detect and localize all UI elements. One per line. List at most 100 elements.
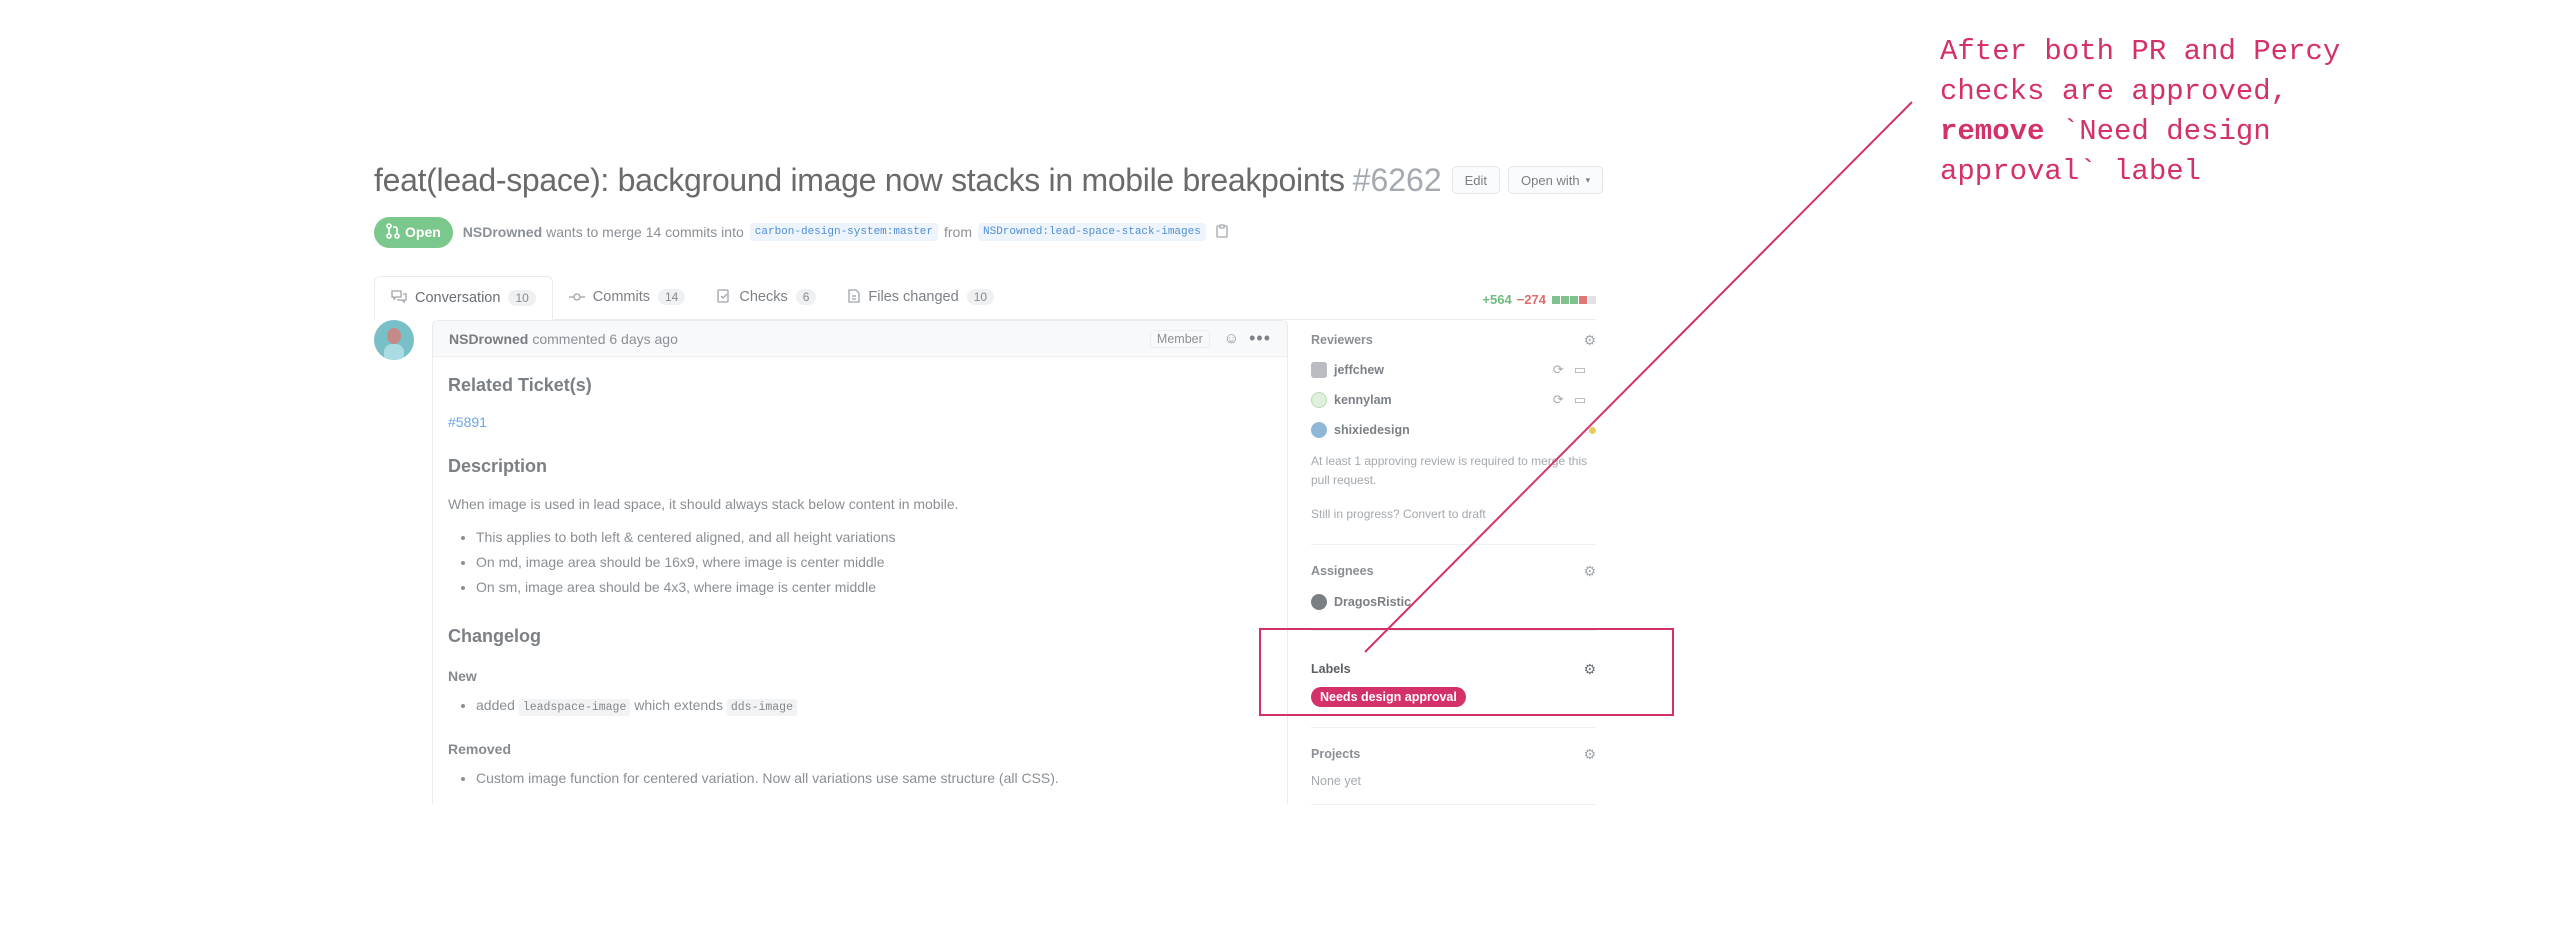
edit-button-label: Edit — [1464, 172, 1488, 188]
tab-conversation[interactable]: Conversation 10 — [374, 276, 553, 320]
removed-list: Custom image function for centered varia… — [448, 766, 1272, 791]
projects-title: Projects — [1311, 747, 1361, 761]
avatar — [1311, 594, 1327, 610]
annotation-highlight-box — [1259, 628, 1674, 716]
annotation-line4: approval` label — [1940, 155, 2202, 188]
tab-label: Files changed — [868, 289, 959, 305]
annotation-line2: checks are approved, — [1940, 75, 2289, 108]
new-prefix: added — [476, 697, 515, 713]
ticket-link[interactable]: #5891 — [448, 414, 1272, 430]
pr-title-row: feat(lead-space): background image now s… — [374, 152, 1604, 208]
pending-review-dot — [1589, 426, 1596, 434]
diff-deletions: −274 — [1516, 292, 1546, 307]
description-list: This applies to both left & centered ali… — [448, 525, 1272, 600]
reviewer-row: kennylam ⟳▭ — [1311, 392, 1596, 408]
pr-number: #6262 — [1352, 161, 1442, 198]
comment-box: NSDrowned commented 6 days ago Member ☺ … — [432, 320, 1288, 804]
smiley-icon[interactable]: ☺ — [1224, 330, 1239, 347]
code-dds-image: dds-image — [726, 699, 797, 716]
comment-body: Related Ticket(s) #5891 Description When… — [433, 357, 1287, 804]
sidebar: Reviewers ⚙ jeffchew ⟳▭ kennylam ⟳▭ shix… — [1311, 320, 1596, 823]
tab-label: Conversation — [415, 290, 501, 306]
heading-description: Description — [448, 456, 548, 476]
reviewer-row: shixiedesign — [1311, 422, 1596, 438]
from-text: from — [944, 224, 972, 240]
reviewer-name[interactable]: shixiedesign — [1334, 423, 1589, 437]
approval-note: At least 1 approving review is required … — [1311, 454, 1588, 487]
assignees-header: Assignees ⚙ — [1311, 563, 1596, 579]
heading-related-ticket: Related Ticket(s) — [448, 375, 592, 395]
avatar — [1311, 392, 1327, 408]
projects-header: Projects ⚙ — [1311, 746, 1596, 762]
comment-meta: commented 6 days ago — [532, 330, 678, 347]
gear-icon[interactable]: ⚙ — [1583, 563, 1596, 580]
avatar — [1311, 422, 1327, 438]
assignees-title: Assignees — [1311, 564, 1374, 578]
assignee-name[interactable]: DragosRistic — [1334, 595, 1596, 609]
divider — [1311, 804, 1596, 805]
pr-title: feat(lead-space): background image now s… — [374, 161, 1345, 198]
tab-label: Checks — [739, 289, 788, 305]
tab-label: Commits — [592, 289, 650, 305]
chevron-down-icon: ▾ — [1585, 174, 1591, 185]
code-leadspace-image: leadspace-image — [518, 699, 631, 716]
file-diff-icon — [848, 288, 861, 306]
tab-checks[interactable]: Checks 6 — [701, 275, 832, 319]
git-pull-request-icon — [386, 222, 400, 242]
reviewer-name[interactable]: jeffchew — [1334, 363, 1553, 377]
assignee-row: DragosRistic — [1311, 594, 1596, 610]
pr-meta: Open NSDrowned wants to merge 14 commits… — [374, 216, 1596, 248]
state-label: Open — [405, 224, 441, 240]
heading-removed: Removed — [448, 741, 512, 757]
list-item: Custom image function for centered varia… — [476, 766, 1272, 791]
new-list: added leadspace-image which extends dds-… — [448, 693, 1272, 720]
comment-author-link[interactable]: NSDrowned — [449, 331, 528, 347]
convert-to-draft-link[interactable]: Still in progress? Convert to draft — [1311, 505, 1596, 524]
description-text: When image is used in lead space, it sho… — [448, 496, 959, 512]
pull-request-page: feat(lead-space): background image now s… — [374, 152, 1604, 805]
edit-button[interactable]: Edit — [1451, 166, 1501, 194]
avatar[interactable] — [374, 320, 414, 360]
annotation-line3: `Need design — [2044, 115, 2271, 148]
list-item: On sm, image area should be 4x3, where i… — [476, 575, 1272, 600]
pr-author-link[interactable]: NSDrowned — [463, 224, 542, 240]
open-with-label: Open with — [1521, 172, 1580, 188]
comment-discussion-icon — [391, 289, 407, 307]
state-badge: Open — [374, 216, 453, 248]
gear-icon[interactable]: ⚙ — [1583, 746, 1596, 763]
git-commit-icon — [568, 290, 585, 305]
base-branch[interactable]: carbon-design-system:master — [749, 223, 938, 241]
tab-counter: 14 — [658, 289, 686, 305]
heading-changelog: Changelog — [448, 626, 541, 646]
annotation-note: After both PR and Percy checks are appro… — [1940, 32, 2400, 192]
heading-new: New — [448, 668, 477, 684]
annotation-bold: remove — [1940, 115, 2045, 148]
reviewers-header: Reviewers ⚙ — [1311, 332, 1596, 348]
list-item: This applies to both left & centered ali… — [476, 525, 1272, 550]
list-item: On md, image area should be 16x9, where … — [476, 550, 1272, 575]
divider — [1311, 544, 1596, 545]
checklist-icon — [717, 288, 731, 306]
pr-tabs: Conversation 10 Commits 14 Checks 6 File… — [374, 272, 1596, 320]
merge-text: wants to merge 14 commits into — [546, 224, 744, 240]
comment-header: NSDrowned commented 6 days ago Member ☺ … — [433, 321, 1287, 357]
kebab-horizontal-icon[interactable]: ••• — [1249, 328, 1271, 349]
reviewer-actions[interactable]: ⟳▭ — [1553, 362, 1596, 378]
tab-files-changed[interactable]: Files changed 10 — [832, 275, 1010, 319]
tab-commits[interactable]: Commits 14 — [553, 275, 702, 319]
reviewer-row: jeffchew ⟳▭ — [1311, 362, 1596, 378]
list-item: added leadspace-image which extends dds-… — [476, 693, 1272, 720]
member-badge: Member — [1149, 329, 1210, 348]
new-mid: which extends — [634, 697, 723, 713]
clipboard-icon[interactable] — [1216, 223, 1228, 241]
reviewer-name[interactable]: kennylam — [1334, 393, 1553, 407]
tab-counter: 6 — [795, 289, 817, 305]
tab-counter: 10 — [966, 289, 995, 305]
open-with-button[interactable]: Open with ▾ — [1508, 166, 1604, 194]
reviewer-actions[interactable]: ⟳▭ — [1553, 392, 1596, 408]
divider — [1311, 727, 1596, 728]
gear-icon[interactable]: ⚙ — [1583, 332, 1596, 349]
diff-additions: +564 — [1482, 292, 1512, 307]
head-branch[interactable]: NSDrowned:lead-space-stack-images — [978, 223, 1206, 241]
projects-empty: None yet — [1311, 774, 1362, 788]
